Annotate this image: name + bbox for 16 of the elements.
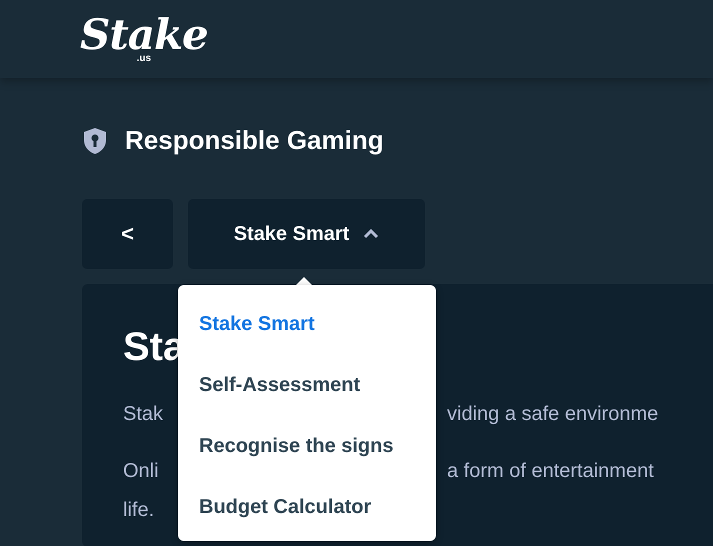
- logo-suffix: .us: [136, 54, 152, 64]
- menu-item[interactable]: Stake Smart: [178, 313, 436, 374]
- menu-item[interactable]: Budget Calculator: [178, 496, 436, 536]
- paragraph-text: Onli: [123, 460, 159, 482]
- section-dropdown[interactable]: Stake Smart: [188, 199, 425, 269]
- menu-item[interactable]: Recognise the signs: [178, 435, 436, 496]
- page-title: Responsible Gaming: [125, 125, 384, 156]
- paragraph-text: viding a safe environme: [447, 403, 658, 427]
- paragraph-text: life.: [123, 499, 154, 521]
- menu-item[interactable]: Self-Assessment: [178, 374, 436, 435]
- logo[interactable]: Stake: [80, 14, 208, 56]
- paragraph-text: Stak: [123, 403, 164, 425]
- caret-icon: [363, 229, 380, 239]
- paragraph-text: a form of entertainment: [447, 460, 654, 484]
- back-button[interactable]: <: [82, 199, 173, 269]
- shield-icon: [83, 126, 107, 154]
